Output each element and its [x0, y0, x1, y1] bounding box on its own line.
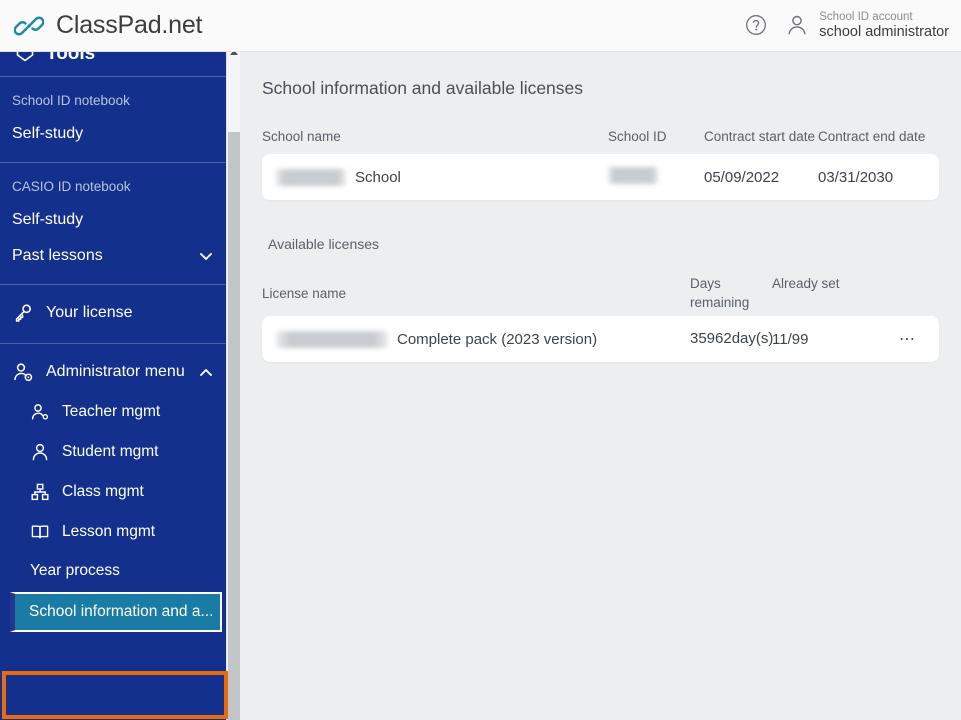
- chevron-down-icon[interactable]: [198, 248, 214, 264]
- left-sidebar: Tools School ID notebook Self-study CASI…: [0, 48, 226, 720]
- sidebar-item-label: Past lessons: [12, 247, 103, 264]
- brand-name: ClassPad.net: [56, 11, 203, 39]
- account-name-label: school administrator: [819, 23, 949, 40]
- license-name-text: Complete pack (2023 version): [397, 330, 598, 348]
- brand-area[interactable]: ClassPad.net: [0, 11, 202, 41]
- sidebar-item-label: Lesson mgmt: [62, 523, 156, 540]
- open-book-icon: [30, 522, 50, 542]
- sidebar-item-label: Self-study: [12, 125, 84, 142]
- school-name-text: School: [355, 168, 401, 186]
- main-content: School information and available license…: [240, 52, 961, 720]
- sidebar-group-administrator: Administrator menu Teacher mgmt Student …: [0, 344, 226, 644]
- chain-link-logo-icon: [13, 11, 45, 41]
- cell-contract-end: 03/31/2030: [818, 168, 894, 186]
- cell-school-id: [608, 166, 704, 188]
- sidebar-item-label: Class mgmt: [62, 483, 144, 500]
- chevron-up-icon[interactable]: [198, 364, 214, 380]
- sidebar-item-school-self-study[interactable]: Self-study: [0, 116, 226, 152]
- teacher-person-icon: [30, 402, 50, 422]
- sidebar-group-license: Your license: [0, 285, 226, 343]
- sidebar-group-school-notebook: School ID notebook Self-study: [0, 77, 226, 162]
- sidebar-item-label: Teacher mgmt: [62, 403, 161, 420]
- class-group-icon: [30, 482, 50, 502]
- sidebar-item-tools[interactable]: Tools: [0, 48, 226, 76]
- sidebar-item-past-lessons[interactable]: Past lessons: [0, 238, 226, 274]
- redacted-license-prefix: [276, 330, 388, 348]
- top-header-bar: ClassPad.net School ID account school ad…: [0, 0, 961, 52]
- column-header-contract-end: Contract end date: [818, 129, 926, 144]
- sidebar-caption-casio-notebook: CASIO ID notebook: [12, 179, 131, 194]
- sidebar-item-casio-self-study[interactable]: Self-study: [0, 202, 226, 238]
- cell-actions: ⋯: [878, 329, 938, 349]
- column-header-school-name: School name: [262, 129, 341, 144]
- key-icon: [12, 302, 34, 324]
- ellipsis-menu-icon[interactable]: ⋯: [899, 329, 917, 349]
- header-right-cluster: School ID account school administrator: [745, 10, 961, 42]
- sidebar-caption-school-notebook: School ID notebook: [12, 93, 130, 108]
- account-info[interactable]: School ID account school administrator: [819, 10, 949, 42]
- cell-license-name: Complete pack (2023 version): [262, 330, 690, 348]
- sidebar-item-year-process[interactable]: Year process: [0, 552, 226, 590]
- license-table-header: License name Days remaining Already set: [240, 272, 961, 312]
- app-root: ClassPad.net School ID account school ad…: [0, 0, 961, 720]
- sidebar-item-label: Administrator menu: [46, 363, 185, 380]
- cell-already-set: 11/99: [772, 330, 809, 348]
- sidebar-item-student-mgmt[interactable]: Student mgmt: [0, 432, 226, 472]
- cell-days-remaining: 35962day(s): [690, 330, 774, 348]
- redacted-school-id: [608, 166, 658, 184]
- cell-school-name: School: [262, 168, 608, 186]
- sidebar-item-label: Your license: [46, 304, 133, 321]
- redacted-school-name: [276, 168, 346, 186]
- column-header-actions: [878, 272, 938, 312]
- sidebar-item-teacher-mgmt[interactable]: Teacher mgmt: [0, 392, 226, 432]
- sidebar-item-school-information[interactable]: School information and a...: [10, 592, 222, 632]
- cell-contract-start: 05/09/2022: [704, 168, 780, 186]
- sidebar-item-label: Student mgmt: [62, 443, 159, 460]
- sidebar-item-your-license[interactable]: Your license: [0, 293, 226, 333]
- column-header-school-id: School ID: [608, 129, 667, 144]
- column-header-contract-start: Contract start date: [704, 129, 816, 144]
- column-header-already-set: Already set: [772, 276, 840, 292]
- license-table-row[interactable]: Complete pack (2023 version) 35962day(s)…: [262, 316, 939, 363]
- sidebar-item-class-mgmt[interactable]: Class mgmt: [0, 472, 226, 512]
- column-header-days-remaining: Days remaining: [690, 276, 750, 311]
- help-circle-icon[interactable]: [745, 14, 767, 36]
- student-person-icon: [30, 442, 50, 462]
- sidebar-item-label: Self-study: [12, 211, 84, 228]
- account-role-label: School ID account: [819, 10, 913, 23]
- sidebar-scroll-content: Tools School ID notebook Self-study CASI…: [0, 48, 226, 644]
- person-icon[interactable]: [785, 13, 809, 37]
- sidebar-group-casio-notebook: CASIO ID notebook Self-study Past lesson…: [0, 163, 226, 284]
- admin-person-gear-icon: [12, 361, 34, 383]
- sidebar-item-administrator-menu[interactable]: Administrator menu: [0, 352, 226, 392]
- sidebar-scrollbar-track[interactable]: [226, 48, 240, 720]
- school-table-row[interactable]: School 05/09/2022 03/31/2030: [262, 154, 939, 201]
- sidebar-scrollbar-thumb[interactable]: [228, 132, 240, 720]
- school-table-header: School name School ID Contract start dat…: [240, 125, 961, 146]
- sidebar-item-lesson-mgmt[interactable]: Lesson mgmt: [0, 512, 226, 552]
- available-licenses-label: Available licenses: [268, 236, 380, 253]
- column-header-license-name: License name: [262, 285, 347, 301]
- page-title: School information and available license…: [262, 78, 584, 98]
